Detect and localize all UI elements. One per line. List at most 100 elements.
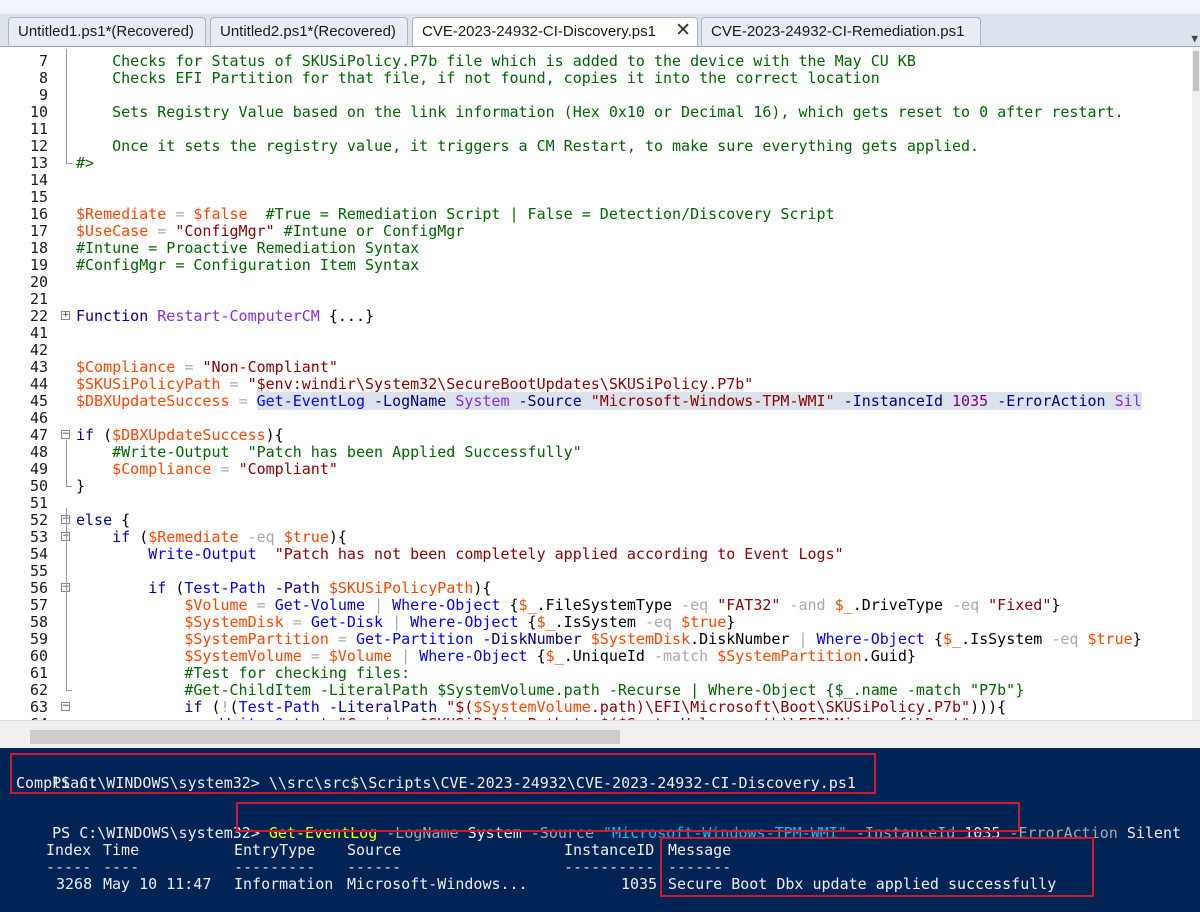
code-token: Get-Volume (274, 596, 365, 614)
line-number: 19 (29, 256, 48, 274)
code-line[interactable]: 42 (0, 342, 1192, 359)
line-number: 52 (29, 511, 48, 529)
code-text[interactable]: $UseCase = "ConfigMgr" #Intune or Config… (76, 223, 464, 240)
code-line[interactable]: 49 $Compliance = "Compliant" (0, 461, 1192, 478)
code-line[interactable]: 62 #Get-ChildItem -LiteralPath $SystemVo… (0, 682, 1192, 699)
collapse-icon[interactable]: − (61, 702, 70, 711)
code-text[interactable]: if (Test-Path -Path $SKUSiPolicyPath){ (76, 580, 491, 597)
code-line[interactable]: 8 Checks EFI Partition for that file, if… (0, 70, 1192, 87)
code-token (581, 392, 591, 410)
code-line[interactable]: 20 (0, 274, 1192, 291)
code-text[interactable]: if ($DBXUpdateSuccess){ (76, 427, 284, 444)
code-line[interactable]: 52else {− (0, 512, 1192, 529)
code-text[interactable]: } (76, 478, 85, 495)
code-text[interactable]: #Get-ChildItem -LiteralPath $SystemVolum… (76, 682, 1024, 699)
tab-untitled1[interactable]: Untitled1.ps1*(Recovered) (8, 17, 206, 45)
code-text[interactable]: if (!(Test-Path -LiteralPath "$($SystemV… (76, 699, 1006, 716)
code-line[interactable]: 45 $DBXUpdateSuccess = Get-EventLog -LogN… (0, 392, 1192, 410)
code-line[interactable]: 44 $SKUSiPolicyPath = "$env:windir\System… (0, 376, 1192, 393)
code-line[interactable]: 54 Write-Output "Patch has not been comp… (0, 546, 1192, 563)
code-line[interactable]: 47 if ($DBXUpdateSuccess){− (0, 427, 1192, 444)
tab-label: CVE-2023-24932-CI-Remediation.ps1 (711, 23, 965, 40)
code-line[interactable]: 60 $SystemVolume = $Volume | Where-Objec… (0, 648, 1192, 665)
code-text[interactable]: Function Restart-ComputerCM {...} (76, 308, 374, 325)
code-line[interactable]: 16 $Remediate = $false #True = Remediatio… (0, 206, 1192, 223)
horizontal-scrollbar[interactable] (0, 720, 1200, 749)
code-text[interactable]: #> (76, 155, 94, 172)
code-line[interactable]: 41 (0, 325, 1192, 342)
line-number: 60 (29, 647, 48, 665)
code-text[interactable]: if ($Remediate -eq $true){ (76, 529, 347, 546)
console-pane[interactable]: PS C:\WINDOWS\system32> \\src\src$\Scrip… (0, 748, 1200, 912)
code-line[interactable]: 43 $Compliance = "Non-Compliant" (0, 359, 1192, 376)
code-line[interactable]: 13 #> (0, 155, 1192, 172)
script-editor[interactable]: 7 Checks for Status of SKUSiPolicy.P7b f… (0, 47, 1192, 720)
code-line[interactable]: 18 #Intune = Proactive Remediation Syntax (0, 240, 1192, 257)
code-line[interactable]: 61 #Test for checking files: (0, 665, 1192, 682)
vertical-scrollbar[interactable] (1192, 47, 1200, 720)
code-line[interactable]: 55 (0, 563, 1192, 580)
code-text[interactable]: $Remediate = $false #True = Remediation … (76, 206, 835, 223)
tab-list-chevron-down-icon[interactable]: ▼ (1191, 32, 1198, 45)
code-text[interactable]: $SystemDisk = Get-Disk | Where-Object {$… (76, 614, 735, 631)
code-line[interactable]: 21 (0, 291, 1192, 308)
code-line[interactable]: 63 if (!(Test-Path -LiteralPath "$($Syst… (0, 699, 1192, 716)
code-line[interactable]: 17 $UseCase = "ConfigMgr" #Intune or Conf… (0, 223, 1192, 240)
code-line[interactable]: 58 $SystemDisk = Get-Disk | Where-Object… (0, 614, 1192, 631)
code-text[interactable]: #Write-Output "Patch has been Applied Su… (76, 444, 582, 461)
code-token: $DBXUpdateSuccess (76, 392, 230, 410)
code-token: . (536, 596, 546, 614)
outline-guide (66, 49, 67, 163)
tab-untitled2[interactable]: Untitled2.ps1*(Recovered) (210, 17, 408, 45)
code-text[interactable]: Checks for Status of SKUSiPolicy.P7b fil… (76, 53, 916, 70)
code-token: $SystemPartition (717, 647, 862, 665)
code-text[interactable]: $SKUSiPolicyPath = "$env:windir\System32… (76, 376, 753, 393)
code-line[interactable]: 48 #Write-Output "Patch has been Applied… (0, 444, 1192, 461)
code-line[interactable]: 59 $SystemPartition = Get-Partition -Dis… (0, 631, 1192, 648)
code-line[interactable]: 10 Sets Registry Value based on the link… (0, 104, 1192, 121)
code-line[interactable]: 22 Function Restart-ComputerCM {...} + (0, 308, 1192, 325)
tab-cve-discovery[interactable]: CVE-2023-24932-CI-Discovery.ps1 ✕ (412, 17, 698, 46)
code-text[interactable]: Write-Output "Patch has not been complet… (76, 546, 843, 563)
code-line[interactable]: 57 $Volume = Get-Volume | Where-Object {… (0, 597, 1192, 614)
expand-icon[interactable]: + (61, 311, 70, 320)
collapse-icon[interactable]: − (61, 430, 70, 439)
table-header-index: Index (46, 841, 92, 859)
code-line[interactable]: 14 (0, 172, 1192, 189)
code-line[interactable]: 46 (0, 410, 1192, 427)
code-text[interactable]: Checks EFI Partition for that file, if n… (76, 70, 880, 87)
code-text[interactable]: $Volume = Get-Volume | Where-Object {$_.… (76, 597, 1060, 614)
code-text[interactable]: Once it sets the registry value, it trig… (76, 138, 979, 155)
code-text[interactable]: #Intune = Proactive Remediation Syntax (76, 240, 419, 257)
code-line[interactable]: 9 (0, 87, 1192, 104)
outline-guide-end (66, 163, 72, 164)
code-text[interactable]: $SystemVolume = $Volume | Where-Object {… (76, 648, 916, 665)
code-text[interactable]: #Test for checking files: (76, 665, 410, 682)
code-line[interactable]: 19 #ConfigMgr = Configuration Item Syntax (0, 257, 1192, 274)
code-line[interactable]: 7 Checks for Status of SKUSiPolicy.P7b f… (0, 53, 1192, 70)
close-icon[interactable]: ✕ (675, 19, 691, 42)
code-line[interactable]: 15 (0, 189, 1192, 206)
code-line[interactable]: 53 if ($Remediate -eq $true){− (0, 529, 1192, 546)
code-line[interactable]: 12 Once it sets the registry value, it t… (0, 138, 1192, 155)
tab-cve-remediation[interactable]: CVE-2023-24932-CI-Remediation.ps1 (701, 17, 981, 45)
code-line[interactable]: 56 if (Test-Path -Path $SKUSiPolicyPath)… (0, 580, 1192, 597)
code-token: | (798, 630, 808, 648)
scrollbar-thumb[interactable] (1193, 51, 1199, 91)
scrollbar-thumb[interactable] (30, 730, 620, 744)
code-text[interactable]: $SystemPartition = Get-Partition -DiskNu… (76, 630, 1141, 648)
code-line[interactable]: 50} (0, 478, 1192, 495)
code-line[interactable]: 51 (0, 495, 1192, 512)
code-text[interactable]: Sets Registry Value based on the link in… (76, 104, 1123, 121)
line-number: 63 (29, 698, 48, 716)
code-text[interactable]: $DBXUpdateSuccess = Get-EventLog -LogNam… (76, 392, 1142, 410)
code-text[interactable]: $Compliance = "Non-Compliant" (76, 359, 338, 376)
code-text[interactable]: else { (76, 512, 130, 529)
code-text[interactable]: #ConfigMgr = Configuration Item Syntax (76, 257, 419, 274)
code-text[interactable]: $Compliance = "Compliant" (76, 461, 338, 478)
code-line[interactable]: 11 (0, 121, 1192, 138)
